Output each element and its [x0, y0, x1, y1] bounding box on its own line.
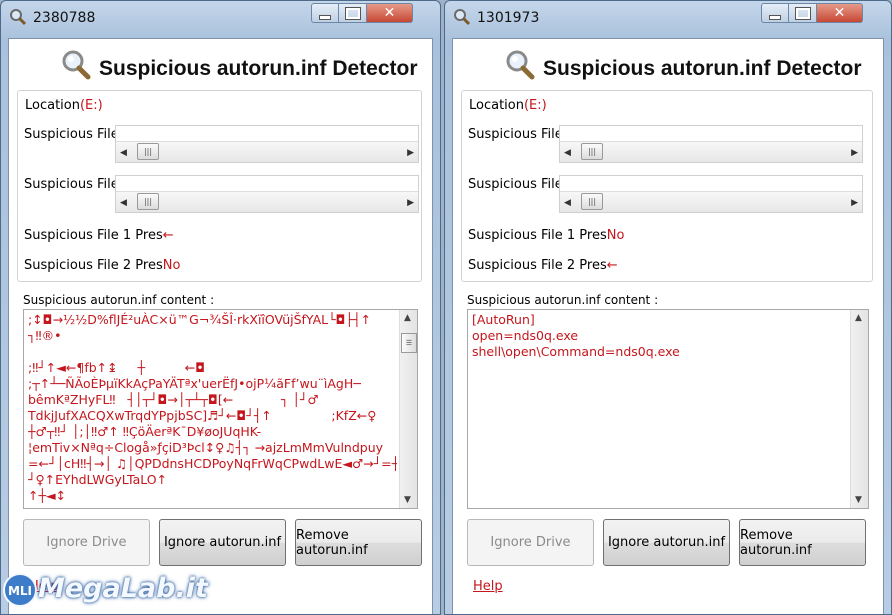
title-bar[interactable]: 2380788 ✕ [1, 1, 440, 33]
app-window-2: 1301973 ✕ Suspicious autorun.inf Detecto… [444, 0, 892, 615]
magnifier-icon [506, 50, 535, 80]
ignore-autorun-button[interactable]: Ignore autorun.inf [159, 519, 286, 566]
scroll-down-icon[interactable]: ▼ [404, 495, 411, 505]
magnifier-icon [10, 9, 27, 26]
file1-present-row: Suspicious File 1 PresNo [468, 228, 625, 243]
close-icon: ✕ [833, 5, 846, 21]
scroll-right-icon[interactable]: ▶ [407, 198, 414, 208]
window-title: 2380788 [33, 10, 96, 26]
help-link[interactable]: Help [473, 579, 503, 594]
location-value: (E:) [523, 98, 547, 113]
ignore-drive-button[interactable]: Ignore Drive [467, 519, 594, 566]
app-title: Suspicious autorun.inf Detector [99, 57, 418, 80]
horizontal-scrollbar[interactable]: ◀ ||| ▶ [116, 191, 418, 212]
minimize-icon [769, 14, 781, 20]
minimize-button[interactable] [761, 3, 789, 23]
file1-scrollbox[interactable]: ◀ ||| ▶ [559, 125, 863, 163]
file1-scrollbox[interactable]: ◀ ||| ▶ [115, 125, 419, 163]
scroll-right-icon[interactable]: ▶ [407, 148, 414, 158]
file2-present-value: No [162, 258, 181, 273]
maximize-button[interactable] [789, 3, 817, 23]
maximize-button[interactable] [339, 3, 367, 23]
location-label: Location(E:) [25, 98, 103, 113]
scroll-up-icon[interactable]: ▲ [404, 313, 411, 323]
vertical-scrollbar[interactable]: ▲ ☰ ▼ [399, 310, 417, 508]
file1-present-value: No [606, 228, 625, 243]
megalab-logo-icon: MLI [3, 573, 37, 607]
horizontal-scrollbar[interactable]: ◀ ||| ▶ [560, 191, 862, 212]
app-window-1: 2380788 ✕ Suspicious autorun.inf Detecto… [0, 0, 441, 615]
window-client-area: Suspicious autorun.inf Detector Location… [8, 38, 433, 614]
scroll-thumb[interactable]: ||| [581, 193, 603, 210]
scroll-down-icon[interactable]: ▼ [855, 495, 862, 505]
detection-group: Location(E:) Suspicious File 1 ◀ ||| ▶ S… [461, 90, 873, 282]
scroll-thumb[interactable]: ||| [137, 193, 159, 210]
file2-scrollbox[interactable]: ◀ ||| ▶ [115, 175, 419, 213]
file1-present-row: Suspicious File 1 Pres← [24, 228, 174, 243]
location-value: (E:) [79, 98, 103, 113]
close-button[interactable]: ✕ [367, 3, 413, 23]
app-title: Suspicious autorun.inf Detector [543, 57, 862, 80]
scroll-right-icon[interactable]: ▶ [851, 198, 858, 208]
minimize-button[interactable] [311, 3, 339, 23]
file2-scrollbox[interactable]: ◀ ||| ▶ [559, 175, 863, 213]
file2-present-row: Suspicious File 2 PresNo [24, 258, 181, 273]
window-title: 1301973 [477, 10, 540, 26]
scroll-up-icon[interactable]: ▲ [855, 313, 862, 323]
scroll-thumb[interactable]: ☰ [401, 333, 417, 353]
content-label: Suspicious autorun.inf content : [23, 293, 215, 307]
ignore-drive-button[interactable]: Ignore Drive [23, 519, 150, 566]
window-client-area: Suspicious autorun.inf Detector Location… [452, 38, 884, 614]
autorun-content-text: [AutoRun] open=nds0q.exe shell\open\Comm… [472, 312, 680, 359]
maximize-icon [794, 6, 811, 20]
maximize-icon [344, 6, 361, 20]
location-label: Location(E:) [469, 98, 547, 113]
scroll-right-icon[interactable]: ▶ [851, 148, 858, 158]
detection-group: Location(E:) Suspicious File 1 ◀ ||| ▶ S… [17, 90, 422, 282]
magnifier-icon [454, 9, 471, 26]
magnifier-icon [62, 50, 91, 80]
file2-present-value: ← [606, 258, 618, 273]
horizontal-scrollbar[interactable]: ◀ ||| ▶ [116, 141, 418, 162]
file2-present-row: Suspicious File 2 Pres← [468, 258, 618, 273]
scroll-thumb[interactable]: ||| [137, 143, 159, 160]
scroll-thumb[interactable]: ||| [581, 143, 603, 160]
autorun-content-textbox[interactable]: [AutoRun] open=nds0q.exe shell\open\Comm… [467, 309, 869, 509]
scroll-left-icon[interactable]: ◀ [564, 148, 571, 158]
minimize-icon [319, 14, 331, 20]
watermark-text: MegaLab.it [38, 573, 208, 604]
scroll-left-icon[interactable]: ◀ [120, 198, 127, 208]
horizontal-scrollbar[interactable]: ◀ ||| ▶ [560, 141, 862, 162]
close-icon: ✕ [383, 5, 396, 21]
ignore-autorun-button[interactable]: Ignore autorun.inf [603, 519, 730, 566]
file1-present-value: ← [162, 228, 174, 243]
close-button[interactable]: ✕ [817, 3, 863, 23]
svg-text:MLI: MLI [8, 584, 32, 598]
scroll-left-icon[interactable]: ◀ [120, 148, 127, 158]
content-label: Suspicious autorun.inf content : [467, 293, 659, 307]
remove-autorun-button[interactable]: Remove autorun.inf [295, 519, 422, 566]
autorun-content-text: ;↕◘→½½D%flJÉ²uÀC×ü™G¬¾ŠÎ·rkXïîOVüjŠfYAL└… [28, 312, 397, 503]
autorun-content-textbox[interactable]: ;↕◘→½½D%flJÉ²uÀC×ü™G¬¾ŠÎ·rkXïîOVüjŠfYAL└… [23, 309, 418, 509]
remove-autorun-button[interactable]: Remove autorun.inf [739, 519, 866, 566]
title-bar[interactable]: 1301973 ✕ [445, 1, 891, 33]
watermark: MLI MegaLab.it [0, 570, 208, 615]
scroll-left-icon[interactable]: ◀ [564, 198, 571, 208]
vertical-scrollbar[interactable]: ▲ ▼ [850, 310, 868, 508]
